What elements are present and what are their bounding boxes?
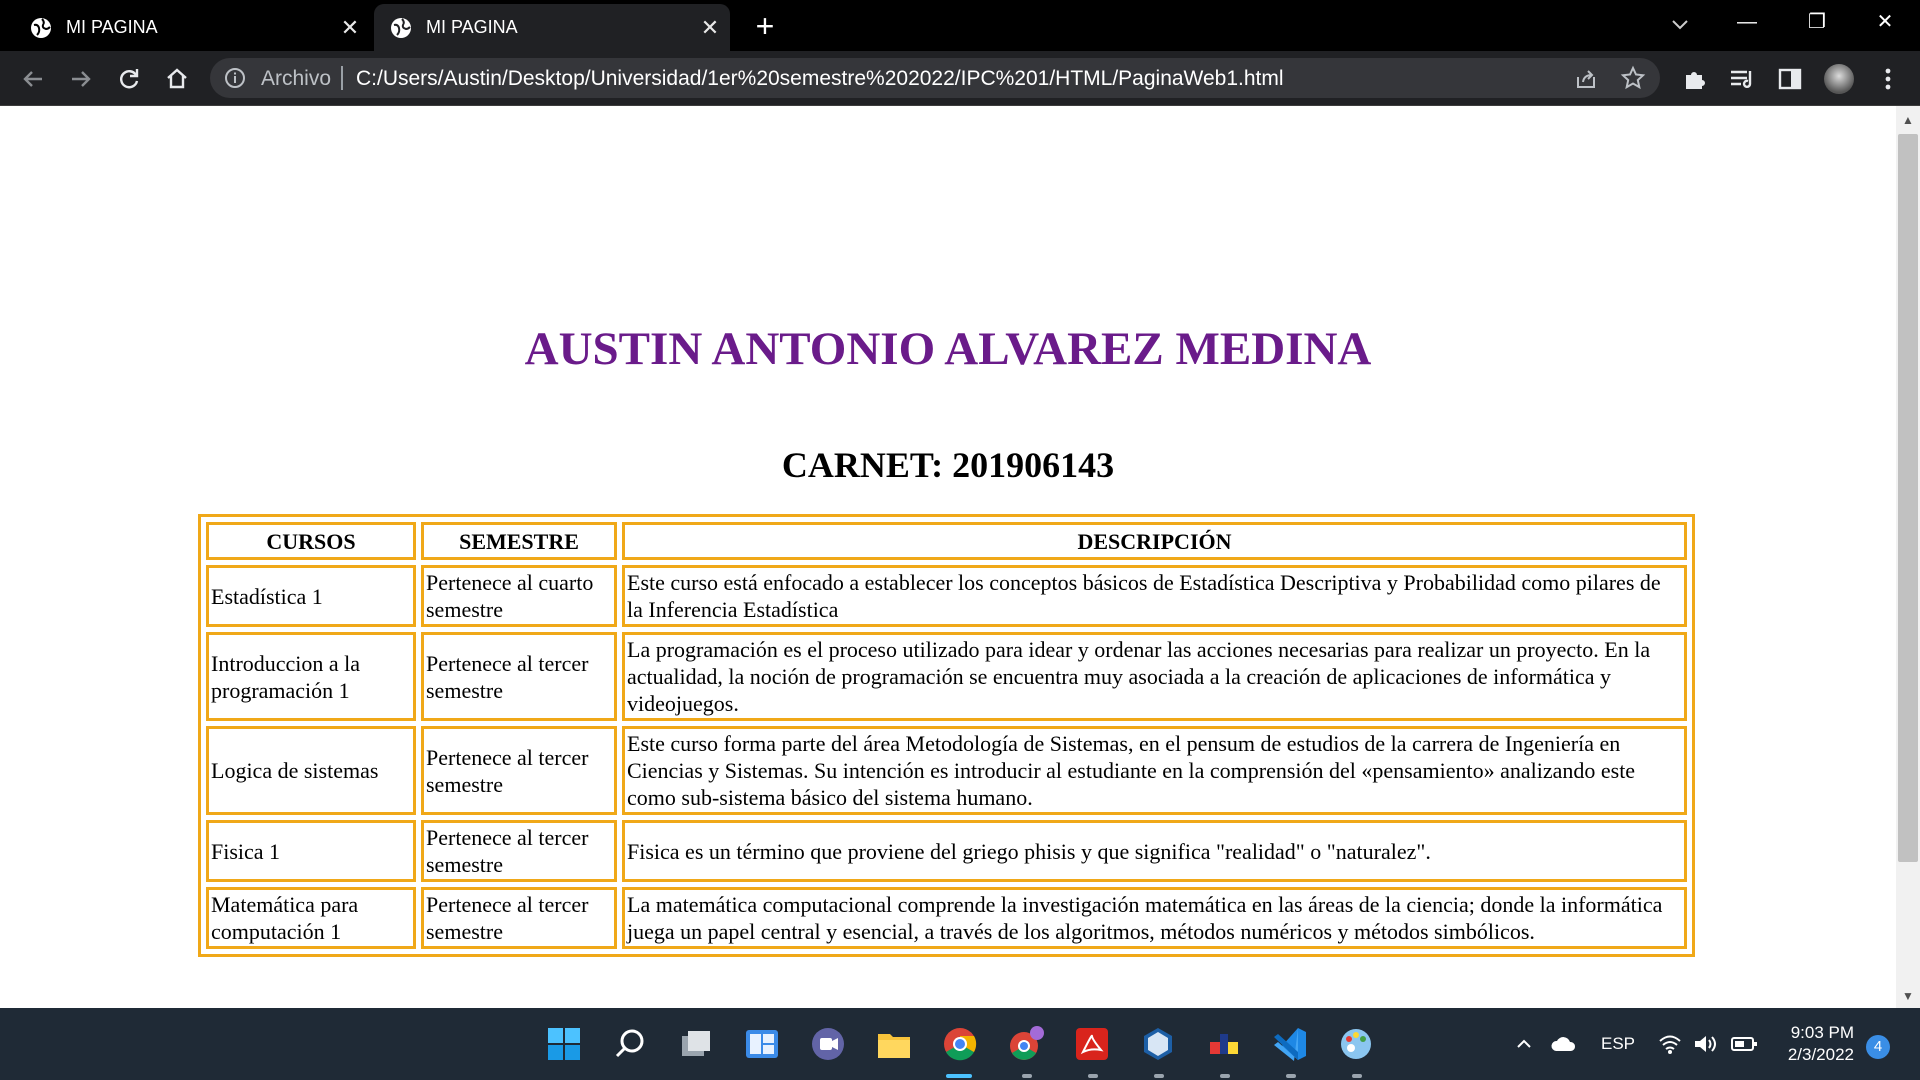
scroll-down-arrow-icon[interactable]: ▼ xyxy=(1896,986,1920,1006)
browser-toolbar: Archivo C:/Users/Austin/Desktop/Universi… xyxy=(0,51,1920,106)
wifi-icon[interactable] xyxy=(1658,1033,1682,1055)
task-view-icon[interactable] xyxy=(676,1024,716,1064)
table-row: Matemática para computación 1 Pertenece … xyxy=(206,887,1687,949)
description-cell: Este curso forma parte del área Metodolo… xyxy=(622,726,1687,815)
scroll-up-arrow-icon[interactable]: ▲ xyxy=(1896,110,1920,130)
app-icon[interactable] xyxy=(1204,1024,1244,1064)
carnet-heading: CARNET: 201906143 xyxy=(781,445,1115,485)
onedrive-cloud-icon[interactable] xyxy=(1550,1032,1578,1056)
extensions-puzzle-icon[interactable] xyxy=(1680,65,1708,93)
column-header-semester: SEMESTRE xyxy=(421,522,617,560)
side-panel-icon[interactable] xyxy=(1776,65,1804,93)
semester-cell: Pertenece al cuarto semestre xyxy=(421,565,617,627)
semester-cell: Pertenece al tercer semestre xyxy=(421,887,617,949)
vscode-icon[interactable] xyxy=(1270,1024,1310,1064)
courses-table: CURSOS SEMESTRE DESCRIPCIÓN Estadística … xyxy=(198,514,1695,957)
description-cell: Este curso está enfocado a establecer lo… xyxy=(622,565,1687,627)
reload-icon[interactable] xyxy=(114,64,144,94)
home-icon[interactable] xyxy=(162,64,192,94)
running-app-indicator xyxy=(1352,1074,1362,1078)
tray-overflow-chevron-icon[interactable] xyxy=(1514,1034,1534,1054)
clock-date: 2/3/2022 xyxy=(1787,1045,1854,1064)
table-row: Estadística 1 Pertenece al cuarto semest… xyxy=(206,565,1687,627)
semester-cell: Pertenece al tercer semestre xyxy=(421,726,617,815)
restore-button[interactable]: ❐ xyxy=(1786,0,1848,44)
back-arrow-icon[interactable] xyxy=(18,64,48,94)
tab-title: MI PAGINA xyxy=(66,17,158,37)
globe-icon xyxy=(391,17,411,38)
page-viewport: AUSTIN ANTONIO ALVAREZ MEDINA CARNET: 20… xyxy=(0,106,1896,1008)
globe-icon xyxy=(31,17,51,38)
course-name-cell: Fisica 1 xyxy=(206,820,416,882)
new-tab-button[interactable]: + xyxy=(748,9,782,43)
profile-avatar[interactable] xyxy=(1824,64,1854,94)
address-url[interactable]: C:/Users/Austin/Desktop/Universidad/1er%… xyxy=(356,67,1284,91)
close-window-button[interactable]: ✕ xyxy=(1854,0,1916,44)
table-header-row: CURSOS SEMESTRE DESCRIPCIÓN xyxy=(206,522,1687,560)
menu-kebab-icon[interactable] xyxy=(1880,65,1896,93)
chrome-profile-icon[interactable] xyxy=(1006,1024,1046,1064)
column-header-description: DESCRIPCIÓN xyxy=(622,522,1687,560)
system-clock[interactable]: 9:03 PM 2/3/2022 xyxy=(1764,1022,1854,1066)
paint-icon[interactable] xyxy=(1336,1024,1376,1064)
active-app-indicator xyxy=(946,1074,972,1078)
description-cell: La programación es el proceso utilizado … xyxy=(622,632,1687,721)
info-icon[interactable] xyxy=(224,67,246,89)
description-cell: La matemática computacional comprende la… xyxy=(622,887,1687,949)
windows-taskbar: ESP 9:03 PM 2/3/2022 4 xyxy=(0,1008,1920,1080)
table-row: Introduccion a la programación 1 Pertene… xyxy=(206,632,1687,721)
scrollbar-thumb[interactable] xyxy=(1898,134,1918,862)
page-title: AUSTIN ANTONIO ALVAREZ MEDINA xyxy=(524,323,1372,375)
tab-search-chevron-icon[interactable] xyxy=(1666,10,1694,38)
tab-close-icon[interactable]: ✕ xyxy=(690,15,730,41)
widgets-icon[interactable] xyxy=(742,1024,782,1064)
tab-inactive[interactable]: MI PAGINA ✕ xyxy=(0,4,370,51)
semester-cell: Pertenece al tercer semestre xyxy=(421,632,617,721)
acrobat-icon[interactable] xyxy=(1072,1024,1112,1064)
address-divider xyxy=(341,66,343,90)
course-name-cell: Estadística 1 xyxy=(206,565,416,627)
chrome-icon[interactable] xyxy=(940,1024,980,1064)
tab-close-icon[interactable]: ✕ xyxy=(330,15,370,41)
table-row: Fisica 1 Pertenece al tercer semestre Fi… xyxy=(206,820,1687,882)
volume-icon[interactable] xyxy=(1692,1033,1718,1055)
clock-time: 9:03 PM xyxy=(1790,1023,1854,1042)
column-header-courses: CURSOS xyxy=(206,522,416,560)
notification-badge[interactable]: 4 xyxy=(1866,1035,1890,1059)
search-icon[interactable] xyxy=(610,1024,650,1064)
course-name-cell: Matemática para computación 1 xyxy=(206,887,416,949)
running-app-indicator xyxy=(1022,1074,1032,1078)
address-bar[interactable]: Archivo C:/Users/Austin/Desktop/Universi… xyxy=(210,58,1660,98)
table-row: Logica de sistemas Pertenece al tercer s… xyxy=(206,726,1687,815)
minimize-button[interactable]: — xyxy=(1716,0,1778,44)
semester-cell: Pertenece al tercer semestre xyxy=(421,820,617,882)
course-name-cell: Introduccion a la programación 1 xyxy=(206,632,416,721)
battery-icon[interactable] xyxy=(1730,1034,1758,1054)
running-app-indicator xyxy=(1220,1074,1230,1078)
forward-arrow-icon[interactable] xyxy=(66,64,96,94)
teams-chat-icon[interactable] xyxy=(808,1024,848,1064)
running-app-indicator xyxy=(1154,1074,1164,1078)
description-cell: Fisica es un término que proviene del gr… xyxy=(622,820,1687,882)
running-app-indicator xyxy=(1286,1074,1296,1078)
language-indicator[interactable]: ESP xyxy=(1601,1008,1635,1080)
share-icon[interactable] xyxy=(1574,67,1598,91)
windows-start-icon[interactable] xyxy=(544,1024,584,1064)
tab-title: MI PAGINA xyxy=(426,17,518,37)
address-scheme-label: Archivo xyxy=(261,67,332,90)
media-queue-icon[interactable] xyxy=(1728,65,1756,93)
tab-strip: MI PAGINA ✕ MI PAGINA ✕ + — ❐ ✕ xyxy=(0,0,1920,51)
course-name-cell: Logica de sistemas xyxy=(206,726,416,815)
file-explorer-icon[interactable] xyxy=(874,1024,914,1064)
running-app-indicator xyxy=(1088,1074,1098,1078)
virtualbox-icon[interactable] xyxy=(1138,1024,1178,1064)
tab-active[interactable]: MI PAGINA ✕ xyxy=(374,4,730,51)
bookmark-star-icon[interactable] xyxy=(1620,65,1646,91)
